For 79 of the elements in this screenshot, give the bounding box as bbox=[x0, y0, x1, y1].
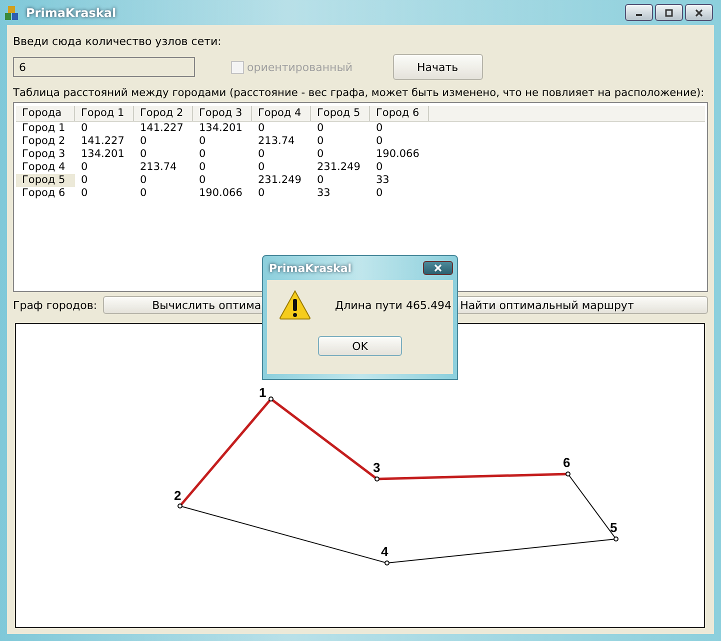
node-label: 5 bbox=[610, 520, 618, 535]
graph-node bbox=[384, 560, 390, 566]
row-header: Город 6 bbox=[21, 187, 66, 200]
table-cell-text: 0 bbox=[139, 174, 148, 187]
node-label: 1 bbox=[259, 385, 266, 400]
graph-label: Граф городов: bbox=[13, 298, 98, 312]
row-header: Город 4 bbox=[21, 161, 66, 174]
table-label: Таблица расстояний между городами (расстояние - вес графа, может быть изменено, что не повлияет на расположение): bbox=[13, 87, 706, 99]
dialog-title: PrimaKraskal bbox=[269, 262, 352, 274]
minimize-button[interactable] bbox=[625, 4, 653, 21]
table-cell-text: 0 bbox=[316, 122, 325, 135]
maximize-icon bbox=[664, 8, 674, 16]
table-cell-text: 0 bbox=[316, 135, 325, 148]
graph-node bbox=[566, 472, 570, 476]
maximize-button[interactable] bbox=[655, 4, 683, 21]
table-cell-text: 0 bbox=[139, 135, 148, 148]
column-header[interactable]: Города bbox=[16, 106, 75, 121]
column-header[interactable]: Город 4 bbox=[252, 106, 311, 121]
table-cell-text: 0 bbox=[80, 174, 89, 187]
table-cell-text: 134.201 bbox=[198, 122, 244, 135]
table-cell-text: 0 bbox=[198, 174, 207, 187]
graph-node bbox=[178, 504, 182, 508]
node-label: 3 bbox=[373, 460, 380, 475]
table-cell-text: 231.249 bbox=[257, 174, 302, 187]
graph-node bbox=[614, 536, 618, 542]
column-header[interactable]: Город 6 bbox=[370, 106, 429, 121]
close-icon bbox=[433, 264, 443, 272]
table-cell-text: 213.74 bbox=[257, 135, 296, 148]
node-label: 2 bbox=[174, 488, 182, 503]
graph-node bbox=[268, 396, 274, 402]
node-label: 6 bbox=[563, 455, 570, 470]
nodes-label: Введи сюда количество узлов сети: bbox=[13, 35, 222, 48]
table-cell-text: 0 bbox=[257, 161, 266, 174]
table-cell-text: 213.74 bbox=[139, 161, 178, 174]
table-cell-text: 0 bbox=[375, 122, 384, 135]
table-cell-text: 0 bbox=[375, 135, 384, 148]
table-cell-text: 0 bbox=[316, 174, 325, 187]
table-cell-text: 0 bbox=[375, 187, 384, 200]
window-title: PrimaKraskal bbox=[26, 6, 116, 20]
table-cell-text: 231.249 bbox=[316, 161, 362, 174]
start-button[interactable]: Начать bbox=[392, 54, 483, 80]
ok-button[interactable]: OK bbox=[318, 336, 402, 356]
table-cell-text: 0 bbox=[139, 187, 148, 200]
table-cell-text: 0 bbox=[139, 148, 148, 161]
table-cell-text: 33 bbox=[316, 187, 332, 200]
dialog-close-button[interactable] bbox=[423, 261, 453, 275]
table-cell-text: 0 bbox=[80, 161, 89, 174]
table-cell-text: 141.227 bbox=[139, 122, 184, 135]
table-cell-text: 0 bbox=[198, 135, 207, 148]
graph-node bbox=[374, 476, 380, 482]
column-header[interactable]: Город 3 bbox=[193, 106, 252, 121]
table-cell-text: 0 bbox=[198, 148, 207, 161]
close-button[interactable] bbox=[685, 4, 713, 21]
column-header[interactable]: Город 5 bbox=[311, 106, 370, 121]
close-icon bbox=[694, 8, 704, 16]
warning-icon bbox=[279, 290, 311, 320]
table-cell-text: 0 bbox=[80, 122, 89, 135]
node-label: 4 bbox=[381, 544, 388, 559]
row-header: Город 3 bbox=[21, 148, 66, 161]
table-cell-text: 0 bbox=[257, 187, 266, 200]
table-cell-text: 0 bbox=[80, 187, 89, 200]
table-cell-text: 0 bbox=[257, 148, 266, 161]
table-cell-text: 0 bbox=[198, 161, 207, 174]
directed-label: ориентированный bbox=[247, 60, 353, 74]
table-cell-text: 141.227 bbox=[80, 135, 126, 148]
table-cell-text: 0 bbox=[375, 161, 384, 174]
table-cell-text: 0 bbox=[316, 148, 325, 161]
row-header: Город 5 bbox=[16, 174, 75, 187]
table-cell-text: 190.066 bbox=[375, 148, 420, 161]
row-header: Город 1 bbox=[21, 122, 66, 135]
nodes-count-field[interactable]: 6 bbox=[13, 57, 195, 77]
column-header[interactable]: Город 2 bbox=[134, 106, 193, 121]
column-header[interactable]: Город 1 bbox=[75, 106, 134, 121]
app-icon bbox=[4, 4, 20, 20]
table-cell-text: 190.066 bbox=[198, 187, 244, 200]
table-cell-text: 33 bbox=[375, 174, 390, 187]
table-cell-text: 0 bbox=[257, 122, 266, 135]
row-header: Город 2 bbox=[21, 135, 66, 148]
table-cell-text: 134.201 bbox=[80, 148, 126, 161]
